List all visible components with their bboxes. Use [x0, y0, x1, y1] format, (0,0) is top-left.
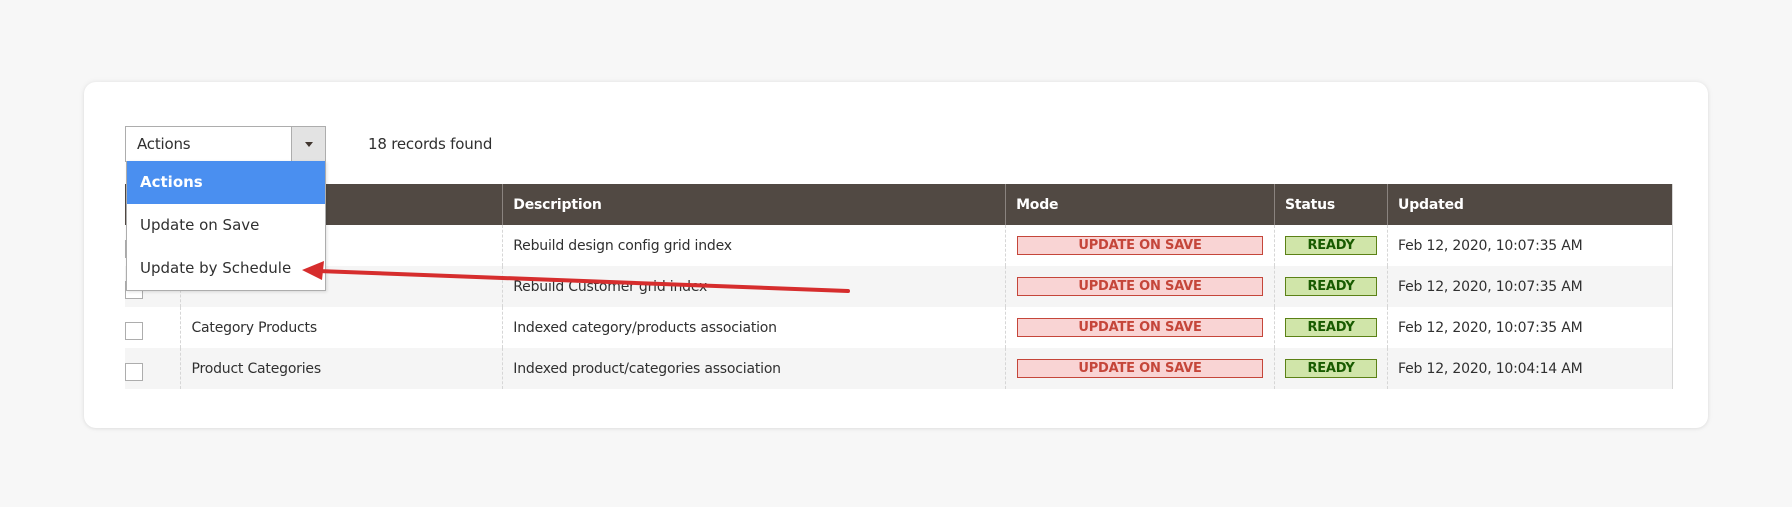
mode-cell: UPDATE ON SAVE	[1005, 307, 1275, 348]
column-header-updated[interactable]: Updated	[1387, 184, 1673, 225]
dropdown-option-actions[interactable]: Actions	[127, 161, 325, 204]
mode-cell: UPDATE ON SAVE	[1005, 225, 1275, 266]
status-cell: READY	[1274, 307, 1388, 348]
column-header-mode[interactable]: Mode	[1005, 184, 1275, 225]
description-cell: Indexed category/products association	[502, 307, 1006, 348]
indexer-grid: Indexer Description Mode Status Updated …	[125, 184, 1673, 389]
dropdown-option-update-by-schedule[interactable]: Update by Schedule	[127, 247, 325, 290]
records-count: 18 records found	[368, 135, 493, 153]
status-cell: READY	[1274, 266, 1388, 307]
updated-cell: Feb 12, 2020, 10:07:35 AM	[1387, 225, 1673, 266]
column-header-status[interactable]: Status	[1274, 184, 1388, 225]
chevron-down-icon	[305, 142, 313, 147]
indexer-cell: Category Products	[180, 307, 503, 348]
actions-dropdown-menu: Actions Update on Save Update by Schedul…	[126, 161, 326, 291]
mode-badge: UPDATE ON SAVE	[1017, 277, 1264, 296]
description-cell: Rebuild design config grid index	[502, 225, 1006, 266]
mode-badge: UPDATE ON SAVE	[1017, 359, 1264, 378]
actions-select-value: Actions	[137, 135, 191, 153]
actions-select[interactable]: Actions	[125, 126, 326, 162]
mode-badge: UPDATE ON SAVE	[1017, 318, 1264, 337]
column-header-description[interactable]: Description	[502, 184, 1006, 225]
actions-select-toggle[interactable]	[291, 127, 325, 161]
row-select-cell	[125, 307, 181, 348]
mode-cell: UPDATE ON SAVE	[1005, 348, 1275, 389]
description-cell: Rebuild Customer grid index	[502, 266, 1006, 307]
row-select-cell	[125, 348, 181, 389]
row-checkbox[interactable]	[125, 321, 143, 340]
status-badge: READY	[1285, 359, 1378, 378]
status-cell: READY	[1274, 348, 1388, 389]
updated-cell: Feb 12, 2020, 10:07:35 AM	[1387, 266, 1673, 307]
dropdown-option-update-on-save[interactable]: Update on Save	[127, 204, 325, 247]
status-cell: READY	[1274, 225, 1388, 266]
status-badge: READY	[1285, 318, 1378, 337]
indexer-cell: Product Categories	[180, 348, 503, 389]
status-badge: READY	[1285, 277, 1378, 296]
mode-badge: UPDATE ON SAVE	[1017, 236, 1264, 255]
updated-cell: Feb 12, 2020, 10:07:35 AM	[1387, 307, 1673, 348]
status-badge: READY	[1285, 236, 1378, 255]
table-row: Rebuild design config grid index UPDATE …	[125, 225, 1673, 266]
description-cell: Indexed product/categories association	[502, 348, 1006, 389]
table-row: Category Products Indexed category/produ…	[125, 307, 1673, 348]
mode-cell: UPDATE ON SAVE	[1005, 266, 1275, 307]
row-checkbox[interactable]	[125, 362, 143, 381]
table-row: Product Categories Indexed product/categ…	[125, 348, 1673, 389]
table-row: Rebuild Customer grid index UPDATE ON SA…	[125, 266, 1673, 307]
grid-header-row: Indexer Description Mode Status Updated	[125, 184, 1673, 225]
updated-cell: Feb 12, 2020, 10:04:14 AM	[1387, 348, 1673, 389]
